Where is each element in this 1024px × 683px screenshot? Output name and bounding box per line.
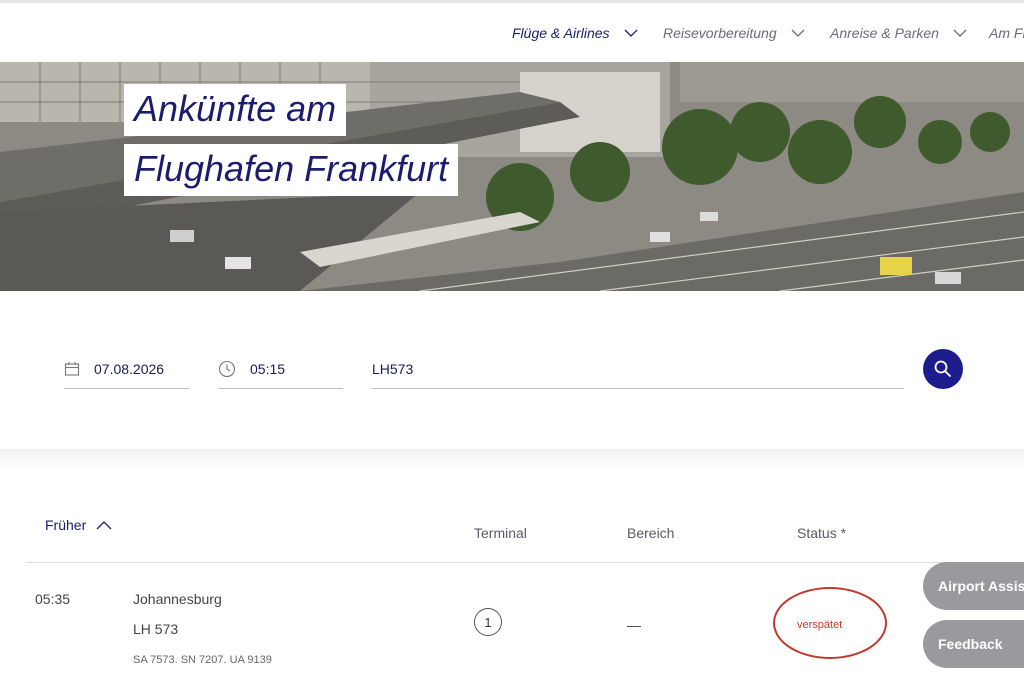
chevron-down-icon — [624, 29, 637, 37]
column-header-status: Status * — [797, 525, 847, 541]
flight-search-value: LH573 — [372, 360, 414, 377]
search-icon — [934, 360, 951, 377]
nav-item-fluege-airlines[interactable]: Flüge & Airlines — [512, 25, 638, 41]
section-separator — [0, 449, 1024, 469]
column-header-area: Bereich — [627, 525, 675, 541]
chevron-down-icon — [953, 29, 967, 37]
airport-assistant-label: Airport Assistant — [938, 578, 1024, 594]
calendar-icon — [64, 361, 80, 377]
nav-item-reisevorbereitung[interactable]: Reisevorbereitung — [663, 25, 805, 41]
hero-title-line-2: Flughafen Frankfurt — [124, 144, 459, 196]
nav-item-label: Flüge & Airlines — [512, 25, 610, 41]
nav-item-label: Reisevorbereitung — [663, 25, 777, 41]
codeshare-flights: SA 7573. SN 7207. UA 9139 — [133, 654, 272, 666]
airport-assistant-button[interactable]: Airport Assistant — [923, 562, 1024, 610]
time-field[interactable]: 05:15 — [218, 349, 343, 389]
time-value: 05:15 — [250, 360, 286, 377]
nav-item-am-flughafen[interactable]: Am Flughafen — [989, 25, 1024, 41]
hero-title-line-1: Ankünfte am — [124, 84, 347, 136]
nav-item-label: Anreise & Parken — [830, 25, 939, 41]
earlier-label: Früher — [45, 517, 87, 533]
search-button[interactable] — [923, 349, 963, 389]
hero-banner: Ankünfte am Flughafen Frankfurt — [0, 62, 1024, 291]
clock-icon — [218, 360, 236, 378]
date-field[interactable]: 07.08.2026 — [64, 349, 189, 389]
area-value: — — [627, 617, 641, 633]
table-divider — [26, 562, 1024, 563]
terminal-badge: 1 — [474, 608, 502, 636]
chevron-up-icon — [96, 520, 112, 529]
feedback-label: Feedback — [938, 636, 1003, 652]
flight-number: LH 573 — [133, 621, 179, 637]
nav-item-label: Am Flughafen — [989, 25, 1024, 41]
feedback-button[interactable]: Feedback — [923, 620, 1024, 668]
earlier-flights-button[interactable]: Früher — [45, 517, 112, 533]
status-value: verspätet — [797, 619, 843, 631]
column-header-terminal: Terminal — [474, 525, 527, 541]
origin-city: Johannesburg — [133, 591, 222, 607]
top-navigation: Flüge & Airlines Reisevorbereitung Anrei… — [0, 0, 1024, 62]
arrival-time: 05:35 — [35, 591, 71, 607]
date-value: 07.08.2026 — [94, 360, 165, 377]
search-form: 07.08.2026 05:15 LH573 — [0, 291, 1024, 449]
nav-item-anreise-parken[interactable]: Anreise & Parken — [830, 25, 967, 41]
flight-search-input[interactable]: LH573 — [372, 349, 904, 389]
chevron-down-icon — [791, 29, 805, 37]
